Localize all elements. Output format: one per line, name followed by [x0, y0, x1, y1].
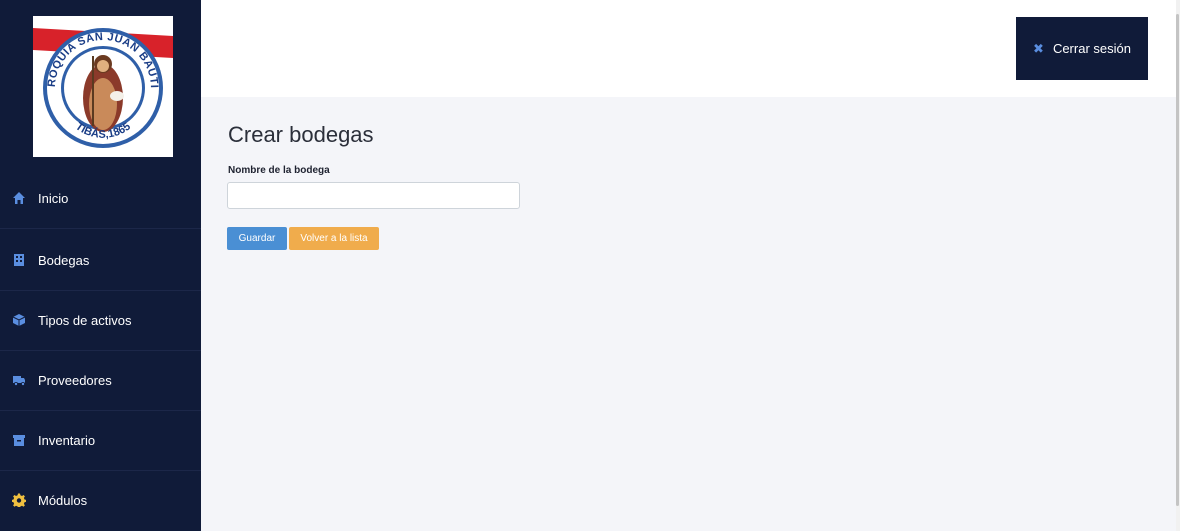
truck-icon	[12, 373, 26, 387]
save-button[interactable]: Guardar	[227, 227, 287, 250]
sidebar-item-proveedores[interactable]: Proveedores	[0, 350, 201, 410]
page-title: Crear bodegas	[228, 122, 374, 147]
cube-icon	[12, 313, 26, 327]
logout-button[interactable]: ✖ Cerrar sesión	[1016, 17, 1148, 80]
sidebar-item-modulos[interactable]: Módulos	[0, 470, 201, 530]
sidebar-divider	[0, 228, 201, 229]
scrollbar-thumb[interactable]	[1176, 14, 1179, 506]
sidebar-item-label: Tipos de activos	[38, 312, 132, 328]
sidebar-item-inicio[interactable]: Inicio	[0, 168, 201, 228]
sidebar-item-bodegas[interactable]: Bodegas	[0, 230, 201, 290]
archive-icon	[12, 433, 26, 447]
back-to-list-button[interactable]: Volver a la lista	[289, 227, 379, 250]
warehouse-name-input[interactable]	[227, 182, 520, 209]
sidebar-item-label: Módulos	[38, 492, 88, 508]
sidebar: PARROQUIA SAN JUAN BAUTISTA TIBÁS,1865 I…	[0, 0, 201, 531]
parish-logo: PARROQUIA SAN JUAN BAUTISTA TIBÁS,1865	[33, 16, 173, 157]
sidebar-item-label: Proveedores	[38, 372, 112, 388]
gear-icon	[12, 493, 26, 507]
home-icon	[12, 191, 26, 205]
logout-label: Cerrar sesión	[1052, 41, 1131, 56]
close-icon: ✖	[1033, 40, 1044, 56]
sidebar-item-tipos-de-activos[interactable]: Tipos de activos	[0, 290, 201, 350]
sidebar-item-inventario[interactable]: Inventario	[0, 410, 201, 470]
sidebar-item-label: Bodegas	[38, 252, 90, 268]
sidebar-item-label: Inventario	[38, 432, 96, 448]
building-icon	[12, 253, 26, 267]
warehouse-name-label: Nombre de la bodega	[228, 165, 330, 176]
parish-seal-image: PARROQUIA SAN JUAN BAUTISTA TIBÁS,1865	[33, 16, 173, 148]
sidebar-item-label: Inicio	[38, 190, 69, 206]
main-content	[201, 97, 1176, 531]
